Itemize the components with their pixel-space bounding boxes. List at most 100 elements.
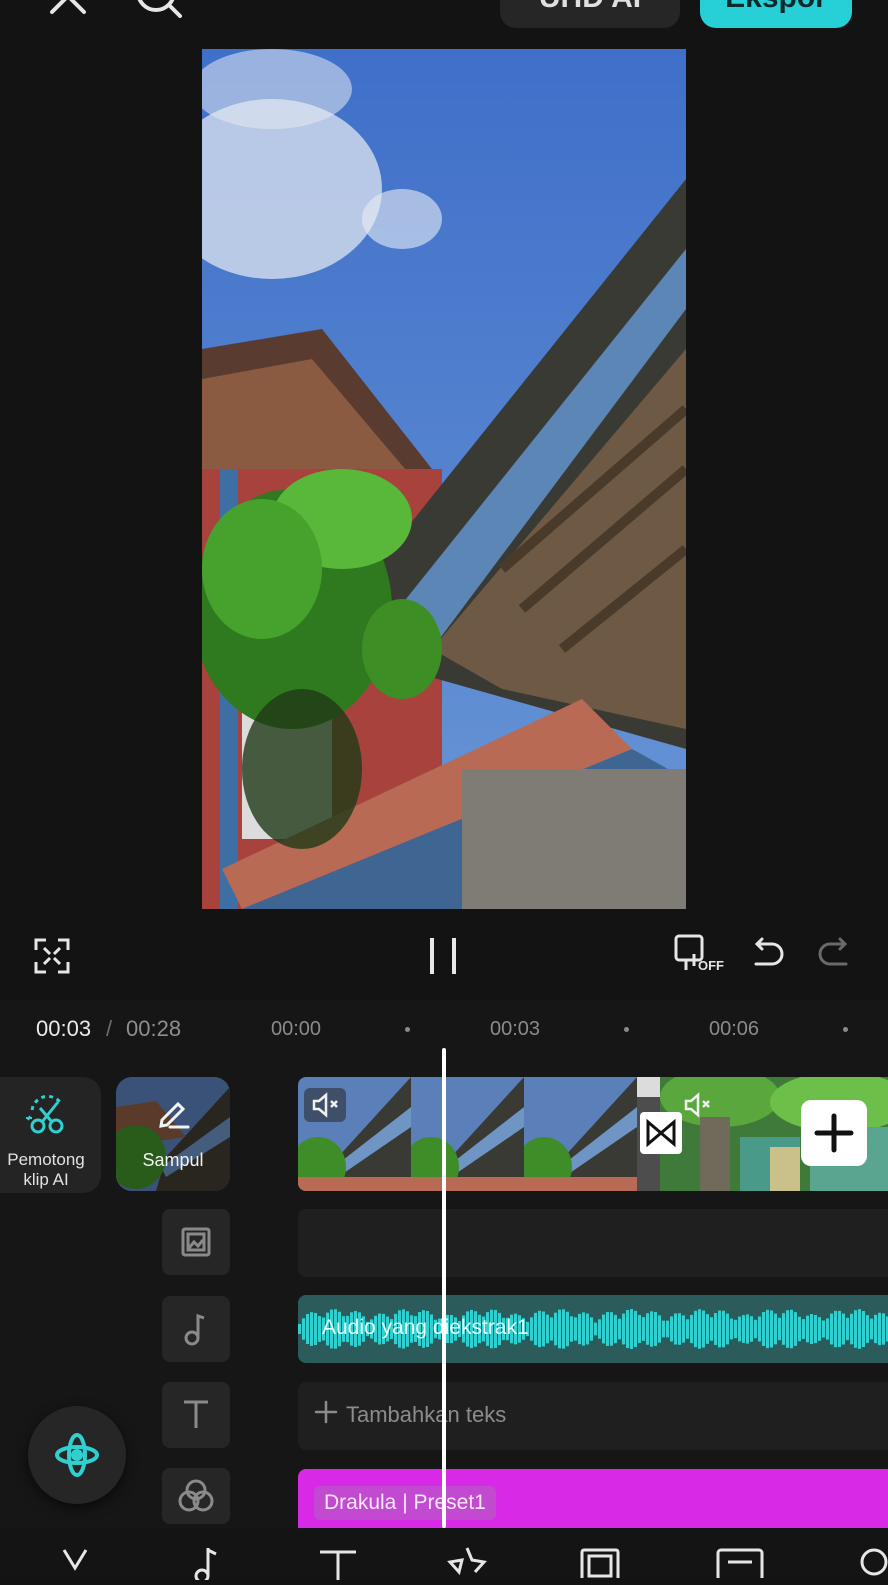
waveform-bar (578, 1313, 581, 1345)
waveform-bar (674, 1313, 677, 1345)
waveform-bar (314, 1312, 317, 1346)
waveform-bar (722, 1310, 725, 1348)
waveform-bar (750, 1316, 753, 1342)
waveform-bar (542, 1311, 545, 1347)
mute-icon[interactable] (304, 1088, 346, 1122)
waveform-bar (878, 1312, 881, 1346)
waveform-bar (298, 1324, 301, 1334)
uhd-ai-button[interactable]: UHD AI (500, 0, 680, 28)
waveform-bar (538, 1310, 541, 1348)
waveform-bar (630, 1309, 633, 1349)
waveform-bar (710, 1317, 713, 1341)
waveform-bar (782, 1313, 785, 1345)
ruler-tick: 00:00 (271, 1018, 322, 1040)
edit-pencil-icon (156, 1096, 190, 1135)
waveform-bar (806, 1315, 809, 1343)
waveform-bar (770, 1310, 773, 1348)
search-icon[interactable] (134, 0, 186, 18)
waveform-bar (810, 1313, 813, 1345)
waveform-bar (734, 1319, 737, 1339)
waveform-bar (666, 1320, 669, 1338)
export-button[interactable]: Ekspor (700, 0, 852, 28)
effect-track-button[interactable] (162, 1468, 230, 1524)
current-time: 00:03 (36, 1016, 92, 1041)
waveform-bar (726, 1313, 729, 1345)
waveform-bar (534, 1312, 537, 1346)
waveform-bar (662, 1320, 665, 1338)
waveform-bar (830, 1313, 833, 1345)
overlay-icon[interactable] (580, 1546, 620, 1583)
waveform-bar (682, 1315, 685, 1343)
waveform-bar (790, 1309, 793, 1349)
cut-icon[interactable] (58, 1546, 92, 1585)
waveform-bar (606, 1312, 609, 1346)
ruler-tick: 00:03 (490, 1018, 541, 1040)
waveform-bar (758, 1316, 761, 1342)
ruler-tick: 00:06 (709, 1018, 760, 1040)
waveform-bar (590, 1317, 593, 1341)
cover-label: Sampul (142, 1150, 204, 1170)
overlay-track-button[interactable] (162, 1209, 230, 1275)
mute-icon[interactable] (676, 1088, 718, 1122)
video-preview[interactable] (202, 49, 686, 909)
overlay-track[interactable] (298, 1209, 888, 1277)
waveform-bar (594, 1322, 597, 1336)
waveform-bar (302, 1318, 305, 1340)
waveform-bar (834, 1310, 837, 1348)
waveform-bar (850, 1313, 853, 1345)
waveform-bar (822, 1320, 825, 1338)
waveform-bar (746, 1314, 749, 1344)
waveform-bar (574, 1317, 577, 1341)
waveform-bar (874, 1314, 877, 1344)
effect-label: Drakula | Preset1 (314, 1486, 496, 1520)
waveform-bar (826, 1318, 829, 1340)
fullscreen-icon[interactable] (34, 938, 70, 974)
waveform-bar (546, 1314, 549, 1344)
waveform-bar (686, 1319, 689, 1339)
waveform-bar (582, 1312, 585, 1346)
close-icon[interactable] (46, 0, 90, 18)
video-clip-track[interactable] (298, 1077, 888, 1191)
undo-icon[interactable] (750, 936, 786, 972)
waveform-bar (870, 1318, 873, 1340)
waveform-bar (550, 1317, 553, 1341)
text-icon[interactable] (318, 1548, 358, 1585)
waveform-bar (306, 1313, 309, 1345)
ai-assistant-button[interactable] (28, 1406, 126, 1504)
ruler-dot (405, 1027, 410, 1032)
waveform-bar (690, 1314, 693, 1344)
waveform-bar (638, 1315, 641, 1343)
waveform-bar (714, 1313, 717, 1345)
playhead[interactable] (442, 1048, 446, 1528)
waveform-bar (598, 1319, 601, 1339)
waveform-bar (818, 1317, 821, 1341)
waveform-bar (622, 1313, 625, 1345)
waveform-bar (566, 1311, 569, 1347)
pause-icon[interactable] (428, 936, 460, 976)
waveform-bar (858, 1309, 861, 1349)
transition-icon[interactable] (640, 1112, 682, 1154)
ruler-dot (624, 1027, 629, 1032)
waveform-bar (586, 1313, 589, 1345)
text-track-button[interactable] (162, 1382, 230, 1448)
redo-icon[interactable] (816, 936, 852, 972)
music-icon[interactable] (188, 1546, 228, 1585)
waveform-bar (742, 1315, 745, 1343)
add-clip-button[interactable] (801, 1100, 867, 1166)
caption-icon[interactable] (716, 1546, 764, 1583)
audio-track-button[interactable] (162, 1296, 230, 1362)
sticker-icon[interactable] (446, 1544, 488, 1583)
waveform-bar (318, 1316, 321, 1342)
waveform-bar (618, 1318, 621, 1340)
waveform-bar (766, 1309, 769, 1349)
waveform-bar (658, 1315, 661, 1343)
filter-icon[interactable] (852, 1546, 888, 1583)
waveform-bar (786, 1310, 789, 1348)
time-separator: / (106, 1016, 113, 1041)
waveform-bar (626, 1310, 629, 1348)
waveform-bar (602, 1314, 605, 1344)
ruler-dot (843, 1027, 848, 1032)
waveform-bar (610, 1312, 613, 1346)
waveform-bar (694, 1310, 697, 1348)
total-time: 00:28 (126, 1016, 182, 1041)
